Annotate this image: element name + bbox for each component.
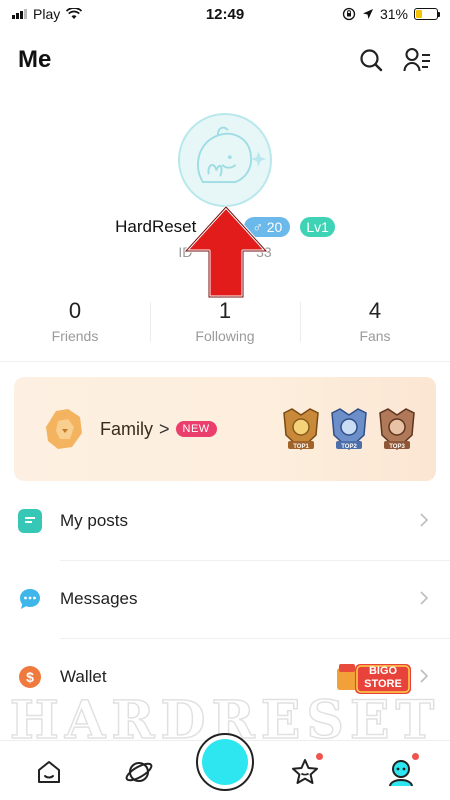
carrier-label: Play <box>33 6 61 22</box>
posts-icon <box>18 509 42 533</box>
default-avatar-icon <box>197 126 267 183</box>
profile-list-icon[interactable] <box>402 45 432 75</box>
red-arrow-annotation <box>184 205 268 299</box>
live-button-icon[interactable] <box>196 733 254 791</box>
chevron-right-icon: > <box>159 418 170 439</box>
stat-label: Friends <box>51 328 99 344</box>
wifi-icon <box>66 8 83 19</box>
notification-dot <box>412 753 419 760</box>
trophy-top3: TOP3 <box>376 405 418 453</box>
clock: 12:49 <box>205 5 245 23</box>
trophy-label: TOP3 <box>389 444 405 450</box>
menu-item-my-posts[interactable]: My posts <box>0 482 450 560</box>
bigo-store-badge[interactable]: BIGO STORE <box>337 662 413 696</box>
rotation-lock-icon <box>342 7 356 21</box>
planet-icon[interactable] <box>122 755 156 789</box>
star-face-icon[interactable] <box>288 753 323 789</box>
chat-bubble-icon <box>18 587 42 611</box>
bottom-nav <box>0 733 450 800</box>
new-badge: NEW <box>175 421 217 437</box>
dollar-coin-icon: $ <box>18 665 42 689</box>
menu-item-messages[interactable]: Messages <box>0 560 450 638</box>
me-avatar-icon[interactable] <box>384 753 419 789</box>
svg-text:$: $ <box>26 669 34 685</box>
location-icon <box>362 9 373 19</box>
battery-percent: 31% <box>379 6 408 22</box>
stat-label: Following <box>195 328 255 344</box>
level-badge[interactable]: Lv1 <box>300 217 335 237</box>
stats-row: 0 Friends 1 Following 4 Fans <box>0 298 450 350</box>
trophy-top1: TOP1 <box>280 405 322 453</box>
status-left: Play <box>12 6 162 22</box>
trophy-list: TOP1 TOP2 TOP3 <box>280 405 418 453</box>
menu-label: Messages <box>60 589 138 608</box>
battery-icon <box>414 8 440 20</box>
stat-following[interactable]: 1 Following <box>150 298 300 350</box>
trophy-label: TOP2 <box>341 444 357 450</box>
search-icon[interactable] <box>356 45 386 75</box>
trophy-label: TOP1 <box>293 444 309 450</box>
status-bar: Play 12:49 31% <box>0 0 450 28</box>
home-icon[interactable] <box>32 755 66 789</box>
header: Me <box>0 40 450 80</box>
signal-icon <box>12 9 27 19</box>
stat-friends[interactable]: 0 Friends <box>0 298 150 350</box>
bigo-store-line1: BIGO <box>368 665 398 677</box>
avatar[interactable] <box>178 113 272 207</box>
stat-value: 4 <box>368 298 382 323</box>
family-label: Family <box>100 418 153 439</box>
live-button-inner <box>202 739 248 785</box>
status-right: 31% <box>288 6 440 22</box>
stat-value: 1 <box>218 298 232 323</box>
menu-label: My posts <box>60 511 129 530</box>
chevron-right-icon <box>420 667 432 688</box>
trophy-top2: TOP2 <box>328 405 370 453</box>
stat-fans[interactable]: 4 Fans <box>300 298 450 350</box>
chevron-right-icon <box>420 511 432 532</box>
bigo-store-line2: STORE <box>364 678 402 690</box>
chevron-right-icon <box>420 589 432 610</box>
divider <box>0 361 450 362</box>
lion-icon <box>46 409 82 449</box>
notification-dot <box>316 753 323 760</box>
page-title: Me <box>18 46 52 73</box>
stat-label: Fans <box>359 328 391 344</box>
family-card[interactable]: Family > NEW TOP1 TOP2 TOP3 <box>14 377 436 481</box>
stat-value: 0 <box>68 298 82 323</box>
